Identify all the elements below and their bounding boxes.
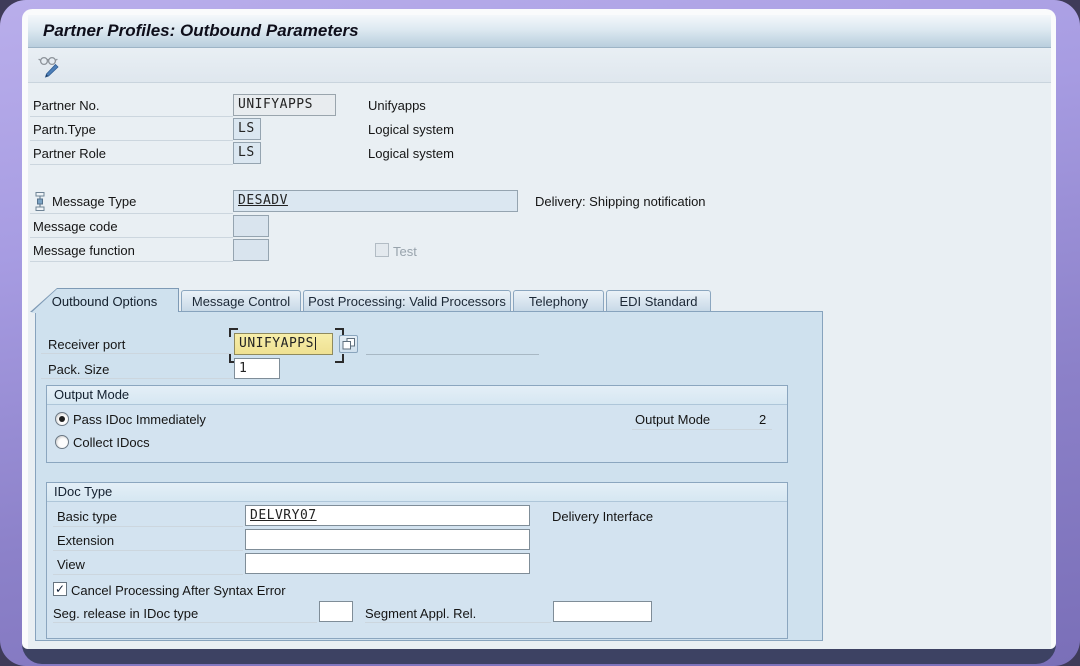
row-divider [53, 574, 243, 575]
pack-size-field[interactable]: 1 [234, 358, 280, 379]
collect-idocs-radio[interactable] [55, 435, 69, 449]
row-divider [30, 261, 233, 262]
message-code-field[interactable] [233, 215, 269, 237]
segment-appl-rel-field[interactable] [553, 601, 652, 622]
row-divider [53, 622, 317, 623]
partner-type-field[interactable]: LS [233, 118, 261, 140]
row-divider [53, 550, 243, 551]
page-title: Partner Profiles: Outbound Parameters [43, 21, 359, 41]
message-type-field[interactable]: DESADV [233, 190, 518, 212]
message-code-label: Message code [33, 219, 118, 234]
collect-idocs-label: Collect IDocs [73, 435, 150, 450]
output-mode-value-label: Output Mode [635, 412, 710, 427]
sap-window: Partner Profiles: Outbound Parameters [22, 9, 1056, 664]
partner-type-label: Partn.Type [33, 122, 96, 137]
test-checkbox-label: Test [393, 244, 417, 259]
empty-field-underline [366, 354, 539, 355]
basic-type-description: Delivery Interface [552, 509, 653, 524]
test-checkbox [375, 243, 389, 257]
cancel-processing-checkbox[interactable] [53, 582, 67, 596]
row-divider [30, 140, 233, 141]
tab-edi-standard[interactable]: EDI Standard [606, 290, 711, 311]
partner-type-description: Logical system [368, 122, 454, 137]
row-divider [41, 378, 233, 379]
extension-label: Extension [57, 533, 114, 548]
output-mode-group: Output Mode Pass IDoc Immediately Collec… [46, 385, 788, 463]
focus-bracket [229, 328, 238, 337]
pass-idoc-immediately-label: Pass IDoc Immediately [73, 412, 206, 427]
receiver-port-label: Receiver port [48, 337, 125, 352]
outbound-options-panel: Receiver port UNIFYAPPS Pack. Size [35, 311, 823, 641]
partner-no-description: Unifyapps [368, 98, 426, 113]
basic-type-value[interactable]: DELVRY07 [250, 508, 317, 523]
receiver-port-field[interactable]: UNIFYAPPS [234, 333, 333, 355]
display-change-icon[interactable] [36, 53, 64, 79]
message-type-description: Delivery: Shipping notification [535, 194, 706, 209]
basic-type-field[interactable]: DELVRY07 [245, 505, 530, 526]
partner-no-field[interactable]: UNIFYAPPS [233, 94, 336, 116]
tab-post-processing[interactable]: Post Processing: Valid Processors [303, 290, 511, 311]
row-divider [30, 116, 233, 117]
row-divider [365, 622, 551, 623]
view-field[interactable] [245, 553, 530, 574]
screen: Partner Profiles: Outbound Parameters [0, 0, 1080, 666]
partner-role-field[interactable]: LS [233, 142, 261, 164]
row-divider [41, 353, 233, 354]
pass-idoc-immediately-radio[interactable] [55, 412, 69, 426]
app-area: Partner Profiles: Outbound Parameters [28, 15, 1051, 649]
row-divider [30, 237, 233, 238]
seg-release-label: Seg. release in IDoc type [53, 606, 198, 621]
partner-role-description: Logical system [368, 146, 454, 161]
row-divider [30, 164, 233, 165]
seg-release-field[interactable] [319, 601, 353, 622]
focus-bracket [335, 354, 344, 363]
message-function-label: Message function [33, 243, 135, 258]
basic-type-label: Basic type [57, 509, 117, 524]
segment-appl-rel-label: Segment Appl. Rel. [365, 606, 476, 621]
row-divider [632, 429, 772, 430]
receiver-port-value[interactable]: UNIFYAPPS [239, 336, 314, 351]
extension-field[interactable] [245, 529, 530, 550]
output-mode-group-title: Output Mode [47, 386, 787, 405]
message-type-value[interactable]: DESADV [238, 193, 288, 208]
text-caret [315, 337, 316, 350]
row-divider [53, 526, 243, 527]
key-field-icon [34, 192, 46, 211]
cancel-processing-label: Cancel Processing After Syntax Error [71, 583, 286, 598]
tab-message-control[interactable]: Message Control [181, 290, 301, 311]
pack-size-label: Pack. Size [48, 362, 109, 377]
possible-entries-icon[interactable] [339, 335, 358, 353]
partner-no-label: Partner No. [33, 98, 99, 113]
view-label: View [57, 557, 85, 572]
row-divider [30, 213, 233, 214]
output-mode-value: 2 [759, 412, 766, 427]
message-function-field[interactable] [233, 239, 269, 261]
window-surface: Partner Profiles: Outbound Parameters [22, 9, 1056, 649]
idoc-type-group: IDoc Type Basic type DELVRY07 Delivery I… [46, 482, 788, 639]
title-bar: Partner Profiles: Outbound Parameters [28, 15, 1051, 48]
partner-role-label: Partner Role [33, 146, 106, 161]
message-type-label: Message Type [52, 194, 136, 209]
application-toolbar [28, 48, 1051, 83]
tab-telephony[interactable]: Telephony [513, 290, 604, 311]
idoc-type-group-title: IDoc Type [47, 483, 787, 502]
